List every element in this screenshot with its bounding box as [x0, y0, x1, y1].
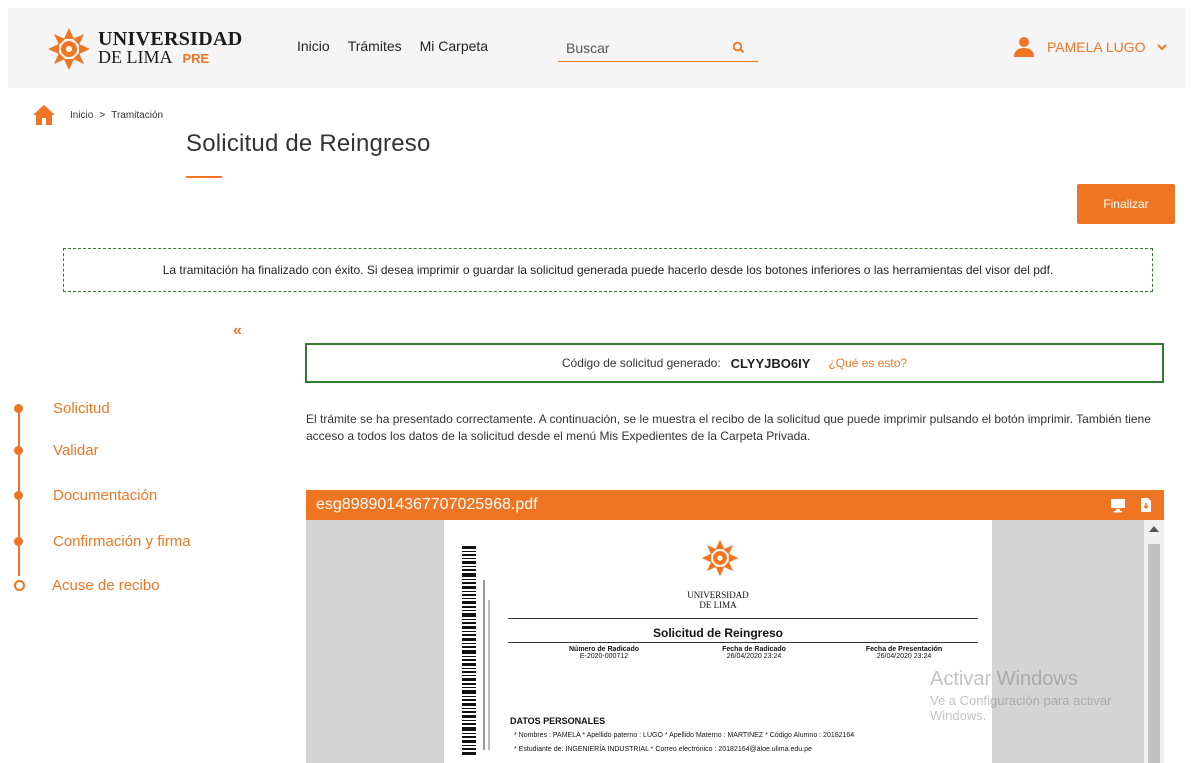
chevron-down-icon [1156, 44, 1167, 51]
success-message: La tramitación ha finalizado con éxito. … [63, 248, 1153, 292]
user-icon [1014, 37, 1034, 57]
breadcrumb-separator: > [99, 109, 106, 121]
step-solicitud[interactable]: Solicitud [14, 400, 110, 417]
field-label: Fecha de Radicado [722, 646, 786, 653]
step-dot [14, 537, 23, 546]
university-logo[interactable]: UNIVERSIDAD DE LIMA PRE [46, 26, 242, 72]
download-icon[interactable] [1138, 497, 1154, 513]
step-dot [14, 446, 23, 455]
field-radicado-number: Número de Radicado E-2020-000712 [544, 646, 664, 660]
nav-mi-carpeta[interactable]: Mi Carpeta [420, 38, 488, 54]
nav-inicio[interactable]: Inicio [297, 38, 330, 54]
step-label: Solicitud [53, 400, 110, 417]
search-input[interactable] [558, 39, 728, 56]
main-nav: Inicio Trámites Mi Carpeta [297, 38, 488, 54]
document-fields: Número de Radicado E-2020-000712 Fecha d… [544, 646, 964, 660]
request-code-value: CLYYJBO6IY [730, 355, 811, 371]
success-message-text: La tramitación ha finalizado con éxito. … [162, 263, 1054, 277]
document-section-title: DATOS PERSONALES [510, 716, 606, 726]
logo-star-icon [48, 28, 90, 70]
field-value: 26/04/2020 23:24 [726, 653, 782, 660]
scroll-up-icon[interactable] [1149, 526, 1159, 532]
breadcrumb: Inicio > Tramitación [32, 104, 163, 126]
logo-line1: UNIVERSIDAD [98, 28, 243, 50]
request-code-box: Código de solicitud generado: CLYYJBO6IY… [305, 343, 1164, 383]
field-presentation-date: Fecha de Presentación 26/04/2020 23:24 [844, 646, 964, 660]
pdf-actions [1110, 497, 1154, 513]
pdf-toolbar: esg8989014367707025968.pdf [306, 490, 1164, 520]
step-label: Validar [53, 442, 99, 459]
process-steps: Solicitud Validar Documentación Confirma… [0, 390, 260, 610]
document-uni-line2: DE LIMA [699, 600, 737, 610]
user-name: PAMELA LUGO [1047, 39, 1146, 55]
logo-line2: DE LIMA PRE [98, 48, 242, 68]
barcode-image [462, 546, 476, 755]
title-underline [186, 176, 222, 178]
user-menu[interactable]: PAMELA LUGO [1013, 36, 1168, 58]
step-label: Confirmación y firma [53, 533, 191, 550]
field-value: E-2020-000712 [579, 653, 629, 660]
breadcrumb-current: Tramitación [111, 109, 164, 121]
monitor-icon[interactable] [1110, 497, 1126, 513]
pdf-filename: esg8989014367707025968.pdf [316, 496, 538, 513]
logo-text: UNIVERSIDAD DE LIMA PRE [98, 28, 243, 68]
top-header: UNIVERSIDAD DE LIMA PRE Inicio Trámites M… [8, 8, 1186, 88]
document-title: Solicitud de Reingreso [652, 626, 784, 640]
step-validar[interactable]: Validar [14, 442, 99, 459]
field-label: Número de Radicado [568, 646, 639, 653]
home-icon[interactable] [32, 104, 56, 126]
logo-pre-tag: PRE [182, 51, 210, 66]
page-title: Solicitud de Reingreso [186, 130, 431, 157]
document-line: * Nombres : PAMELA * Apellido paterno : … [514, 732, 855, 739]
finalize-button[interactable]: Finalizar [1077, 184, 1175, 224]
pdf-scrollbar[interactable] [1144, 520, 1164, 763]
field-value: 26/04/2020 23:24 [876, 653, 932, 660]
document-rule [508, 642, 978, 643]
document-logo-icon [701, 539, 739, 577]
pdf-page: UNIVERSIDAD DE LIMA Solicitud de Reingre… [444, 520, 992, 763]
collapse-steps-button[interactable]: « [233, 322, 242, 340]
submission-description: El trámite se ha presentado correctament… [306, 412, 1151, 443]
request-code-help-link[interactable]: ¿Qué es esto? [828, 356, 907, 370]
step-documentacion[interactable]: Documentación [14, 487, 157, 504]
search-icon[interactable] [732, 41, 746, 55]
logo-line2-text: DE LIMA [98, 47, 173, 67]
field-label: Fecha de Presentación [865, 646, 943, 653]
request-code-label: Código de solicitud generado: [561, 356, 721, 370]
step-dot [14, 404, 23, 413]
breadcrumb-home[interactable]: Inicio [70, 110, 93, 121]
scroll-thumb[interactable] [1148, 544, 1160, 763]
step-label: Acuse de recibo [52, 577, 160, 594]
document-uni-line1: UNIVERSIDAD [687, 590, 749, 600]
step-dot [14, 491, 23, 500]
document-rule [508, 618, 978, 619]
step-label: Documentación [53, 487, 158, 504]
step-acuse[interactable]: Acuse de recibo [14, 577, 160, 594]
step-dot-current [14, 580, 25, 591]
field-radicado-date: Fecha de Radicado 26/04/2020 23:24 [694, 646, 814, 660]
pdf-viewer[interactable]: esg8989014367707025968.pdf UNIVERSIDAD D… [306, 490, 1164, 763]
step-confirmacion[interactable]: Confirmación y firma [14, 533, 191, 550]
nav-tramites[interactable]: Trámites [348, 38, 402, 54]
document-line: * Estudiante de: INGENIERÍA INDUSTRIAL *… [514, 746, 812, 753]
search-box [558, 34, 758, 62]
